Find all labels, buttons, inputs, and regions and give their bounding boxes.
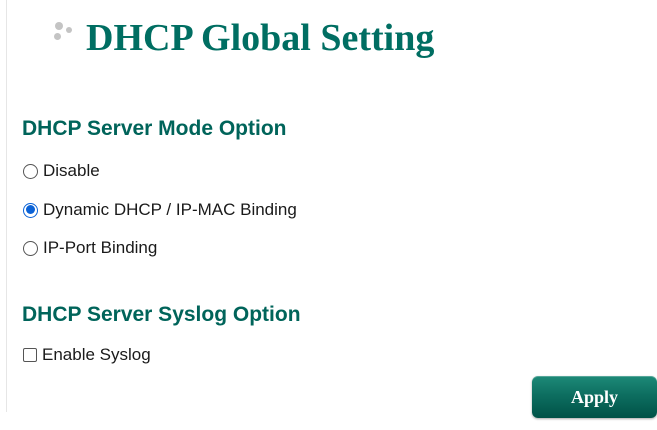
- server-mode-heading: DHCP Server Mode Option: [22, 117, 287, 140]
- radio-option-disable[interactable]: Disable: [23, 161, 100, 181]
- enable-syslog-option[interactable]: Enable Syslog: [23, 345, 151, 365]
- page-title: DHCP Global Setting: [50, 16, 434, 60]
- radio-option-dynamic-dhcp[interactable]: Dynamic DHCP / IP-MAC Binding: [23, 200, 297, 220]
- title-bullet-icon: [50, 18, 86, 58]
- dhcp-global-setting-page: DHCP Global Setting DHCP Server Mode Opt…: [0, 0, 657, 430]
- radio-button[interactable]: [23, 163, 38, 179]
- radio-label-disable: Disable: [43, 161, 100, 180]
- enable-syslog-label: Enable Syslog: [42, 345, 151, 364]
- radio-label-ip-port-binding: IP-Port Binding: [43, 238, 158, 257]
- left-divider: [6, 0, 7, 412]
- radio-button[interactable]: [23, 240, 38, 256]
- radio-option-ip-port-binding[interactable]: IP-Port Binding: [23, 238, 157, 258]
- page-title-text: DHCP Global Setting: [86, 17, 435, 59]
- enable-syslog-checkbox[interactable]: [23, 348, 37, 362]
- radio-button-selected[interactable]: [23, 202, 38, 218]
- apply-button[interactable]: Apply: [532, 376, 657, 418]
- syslog-heading: DHCP Server Syslog Option: [22, 303, 301, 326]
- radio-label-dynamic-dhcp: Dynamic DHCP / IP-MAC Binding: [43, 200, 297, 219]
